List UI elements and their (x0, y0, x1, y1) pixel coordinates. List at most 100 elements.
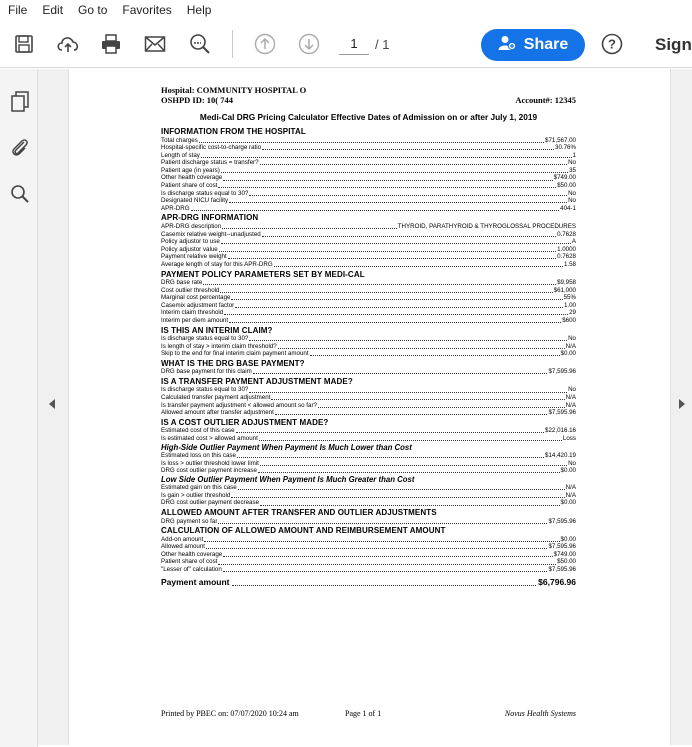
line-item-value: N/A (565, 401, 576, 409)
line-item: Is discharge status equal to 30? No (161, 190, 576, 198)
dot-leader (206, 548, 548, 550)
line-item-label: Is transfer payment adjustment < allowed… (161, 401, 317, 409)
right-panel-handle[interactable] (670, 69, 692, 745)
line-item: Casemix adjustment factor 1.00 (161, 302, 576, 310)
left-panel-handle[interactable] (38, 69, 69, 745)
line-item-value: $7,595.96 (548, 566, 576, 574)
pages-icon[interactable] (8, 89, 32, 113)
line-item: Policy adjustor to use A (161, 238, 576, 246)
line-item: Is discharge status equal to 30? No (161, 386, 576, 394)
section-heading: INFORMATION FROM THE HOSPITAL (161, 127, 306, 136)
pdf-page: Hospital: COMMUNITY HOSPITAL O OSHPD ID:… (161, 85, 576, 718)
menu-edit[interactable]: Edit (34, 3, 70, 17)
dot-leader (229, 322, 562, 324)
line-item-label: DRG cost outlier payment decrease (161, 499, 260, 507)
line-item: Policy adjustor value 1.0000 (161, 246, 576, 254)
upload-icon[interactable] (56, 32, 80, 56)
mail-icon[interactable] (143, 32, 167, 56)
menu-bar: File Edit Go to Favorites Help (0, 0, 692, 20)
line-item: Length of stay 1 (161, 152, 576, 160)
share-label: Share (523, 36, 569, 53)
line-item: APR-DRG 404-1 (161, 205, 576, 213)
line-item: Average length of stay for this APR-DRG 1… (161, 261, 576, 269)
zoom-search-icon[interactable] (188, 32, 212, 56)
print-icon[interactable] (99, 32, 123, 56)
line-item-label: Interim per diem amount (161, 316, 229, 324)
line-item: Add-on amount $0.00 (161, 536, 576, 544)
line-item-label: Add-on amount (161, 535, 204, 543)
help-icon[interactable]: ? (600, 32, 624, 56)
line-item-label: Estimated gain on this case (161, 484, 237, 492)
line-item-value: $7,595.96 (548, 409, 576, 417)
dot-leader (252, 373, 548, 375)
page-up-icon[interactable] (253, 32, 277, 56)
expand-right-arrow-icon[interactable] (679, 399, 685, 409)
toolbar-separator (232, 30, 233, 58)
line-item: Is estimated cost > allowed amount Loss (161, 435, 576, 443)
share-button[interactable]: Share (481, 29, 585, 61)
line-item-label: DRG payment so far (161, 517, 218, 525)
dot-leader (261, 235, 557, 237)
printed-info: Printed by PBEC on: 07/07/2020 10:24 am (161, 709, 299, 718)
dot-leader (218, 187, 557, 189)
line-item-label: DRG base payment for this claim (161, 368, 252, 376)
line-item-label: Payment relative weight (161, 253, 227, 261)
page-number-input[interactable] (339, 33, 369, 55)
line-item-value: No (568, 386, 576, 394)
section-heading: CALCULATION OF ALLOWED AMOUNT AND REIMBU… (161, 526, 446, 536)
line-item-value: 55% (563, 294, 576, 302)
line-item-value: 0.7628 (557, 230, 576, 238)
line-item-value: $61,000 (553, 286, 576, 294)
dot-leader (235, 306, 563, 308)
payment-amount-row: Payment amount $6,796.96 (161, 577, 576, 588)
line-item-value: 30.76% (555, 144, 576, 152)
save-icon[interactable] (12, 32, 36, 56)
line-item: Patient share of cost $50.00 (161, 182, 576, 190)
dot-leader (317, 406, 565, 408)
line-item: Other health coverage $749.00 (161, 551, 576, 559)
line-item-value: N/A (565, 342, 576, 350)
document-body: INFORMATION FROM THE HOSPITAL Total charg… (161, 127, 576, 574)
page-down-icon[interactable] (297, 32, 321, 56)
dot-leader (222, 571, 548, 573)
menu-goto[interactable]: Go to (70, 3, 114, 17)
line-item-label: Casemix relative weight--unadjusted (161, 230, 261, 238)
search-icon[interactable] (8, 182, 32, 206)
dot-leader (220, 291, 553, 293)
line-item-label: Total charges (161, 136, 198, 144)
line-item-value: N/A (565, 394, 576, 402)
line-item: Designated NICU facility No (161, 197, 576, 205)
payment-value: $6,796.96 (538, 576, 576, 587)
menu-file[interactable]: File (0, 3, 34, 17)
line-item-value: A (571, 238, 576, 246)
expand-left-arrow-icon[interactable] (49, 399, 55, 409)
dot-leader (231, 584, 537, 586)
line-item-label: Policy adjustor to use (161, 238, 220, 246)
dot-leader (220, 243, 571, 245)
line-item-value: Loss (562, 434, 576, 442)
line-item: Is gain > outlier threshold N/A (161, 492, 576, 500)
dot-leader (249, 340, 568, 342)
sign-button[interactable]: Sign (655, 35, 692, 55)
line-item-value: $7,595.96 (548, 368, 576, 376)
line-item-label: Interim claim threshold (161, 309, 224, 317)
line-item: Skip to the end for final interim claim … (161, 350, 576, 358)
document-viewer[interactable]: Hospital: COMMUNITY HOSPITAL O OSHPD ID:… (70, 69, 670, 745)
section-heading: WHAT IS THE DRG BASE PAYMENT? (161, 358, 305, 368)
document-header: Hospital: COMMUNITY HOSPITAL O OSHPD ID:… (161, 85, 576, 107)
dot-leader (231, 299, 563, 301)
page-total: / 1 (375, 37, 390, 52)
line-item-value: $0.00 (560, 350, 576, 358)
dot-leader (236, 457, 545, 459)
line-item-label: Casemix adjustment factor (161, 301, 235, 309)
line-item-value: $71,567.00 (545, 136, 576, 144)
line-item-label: Is discharge status equal to 30? (161, 189, 249, 197)
line-item: Estimated cost of this case $22,016.16 (161, 427, 576, 435)
line-item: Payment relative weight 0.7628 (161, 253, 576, 261)
page-of: Page 1 of 1 (345, 709, 382, 718)
menu-help[interactable]: Help (179, 3, 219, 17)
oshpd-id: OSHPD ID: 10( 744 (161, 95, 234, 105)
line-item-value: $7,595.96 (548, 543, 576, 551)
attachment-icon[interactable] (8, 135, 32, 159)
menu-favorites[interactable]: Favorites (114, 3, 178, 17)
